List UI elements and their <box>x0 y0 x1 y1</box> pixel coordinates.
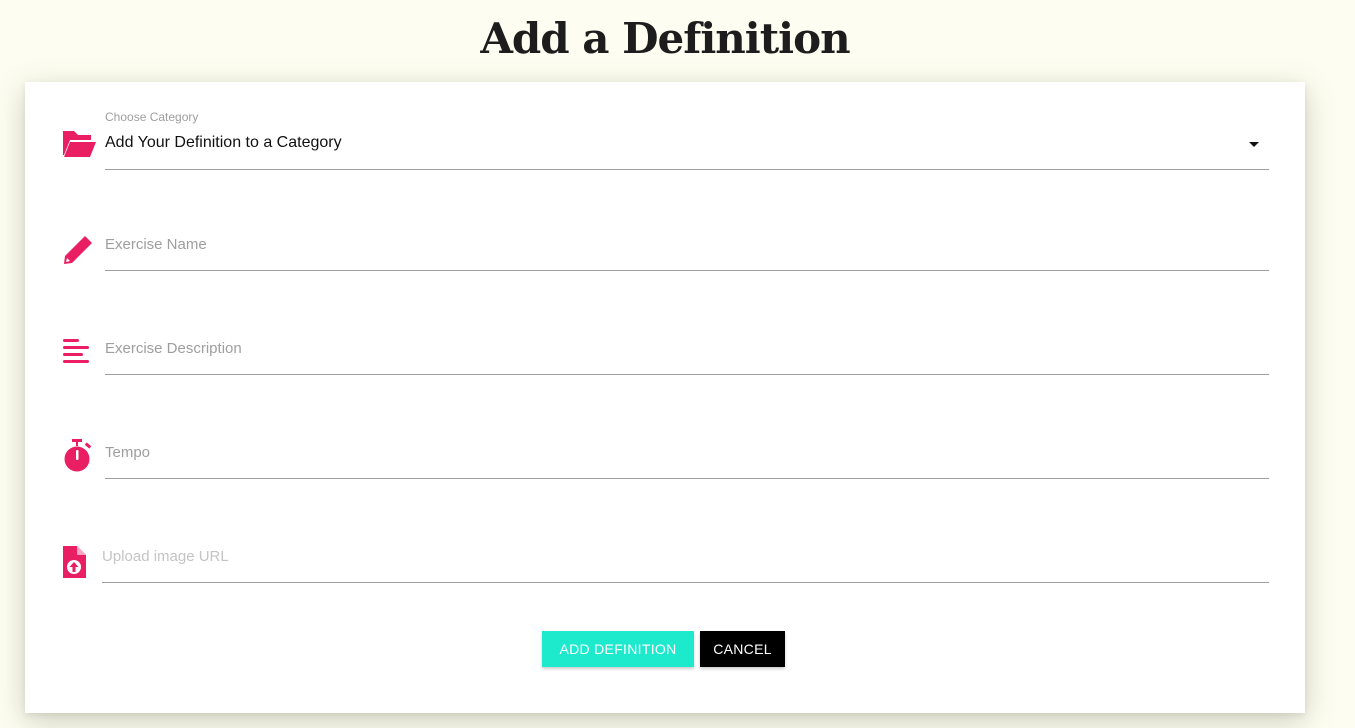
category-select[interactable]: Choose Category Add Your Definition to a… <box>61 110 1269 170</box>
definition-form-card: Choose Category Add Your Definition to a… <box>25 82 1305 713</box>
exercise-name-field <box>61 211 1269 271</box>
exercise-description-underline <box>105 374 1269 375</box>
exercise-name-input[interactable] <box>105 229 1269 259</box>
page-title: Add a Definition <box>480 14 850 63</box>
tempo-underline <box>105 478 1269 479</box>
image-url-field <box>61 523 1269 583</box>
exercise-description-field <box>61 315 1269 375</box>
image-url-input[interactable] <box>102 541 1269 571</box>
exercise-description-input[interactable] <box>105 333 1269 363</box>
form-actions: ADD DEFINITION CANCEL <box>25 631 1305 667</box>
category-select-label: Choose Category <box>105 110 199 124</box>
folder-open-icon <box>61 126 97 162</box>
tempo-input[interactable] <box>105 437 1269 467</box>
category-select-value[interactable]: Add Your Definition to a Category <box>105 134 342 152</box>
text-lines-icon <box>61 335 97 371</box>
stopwatch-icon <box>61 439 97 475</box>
cancel-button[interactable]: CANCEL <box>700 631 785 667</box>
chevron-down-icon[interactable] <box>1249 142 1259 147</box>
tempo-field <box>61 419 1269 479</box>
file-upload-icon <box>61 544 97 580</box>
pencil-icon <box>61 231 97 267</box>
image-url-underline <box>102 582 1269 583</box>
add-definition-button[interactable]: ADD DEFINITION <box>542 631 694 667</box>
exercise-name-underline <box>105 270 1269 271</box>
category-underline <box>105 169 1269 170</box>
